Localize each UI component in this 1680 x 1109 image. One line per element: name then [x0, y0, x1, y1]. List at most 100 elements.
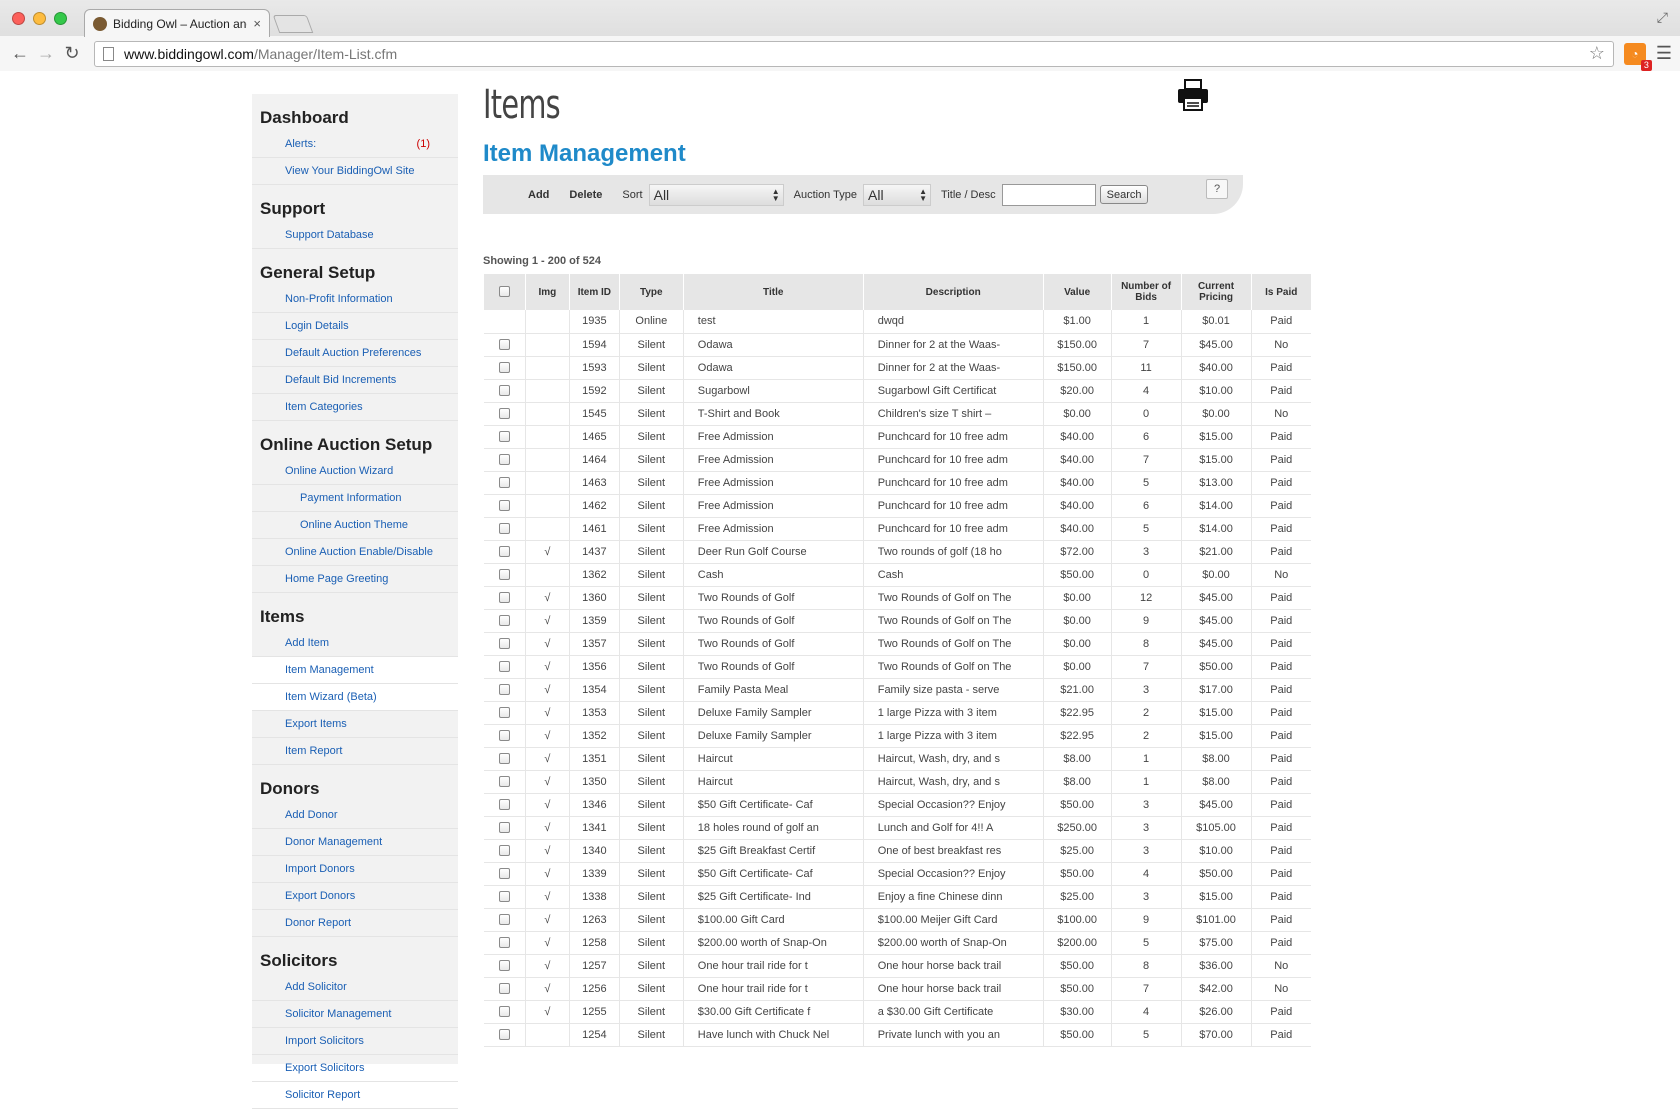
row-checkbox[interactable]	[498, 983, 510, 995]
sidebar-item-add-item[interactable]: Add Item	[252, 630, 458, 657]
sidebar-item-export-donors[interactable]: Export Donors	[252, 883, 458, 910]
row-checkbox[interactable]	[498, 799, 510, 811]
row-checkbox[interactable]	[498, 776, 510, 788]
row-checkbox[interactable]	[498, 684, 510, 696]
table-row[interactable]: 1592 Silent Sugarbowl Sugarbowl Gift Certif…	[483, 379, 1311, 403]
sidebar-item-add-solicitor[interactable]: Add Solicitor	[252, 974, 458, 1001]
row-checkbox[interactable]	[498, 431, 510, 443]
print-icon[interactable]	[1176, 78, 1210, 112]
row-checkbox[interactable]	[498, 891, 510, 903]
row-checkbox[interactable]	[498, 523, 510, 535]
table-row[interactable]: 1362 Silent Cash Cash $50.00 0 $0.00 No	[483, 563, 1311, 587]
back-arrow-icon[interactable]: ←	[8, 43, 32, 64]
minimize-window-button[interactable]	[33, 12, 46, 25]
row-checkbox[interactable]	[498, 822, 510, 834]
table-row[interactable]: 1254 Silent Have lunch with Chuck Nel Priva…	[483, 1023, 1311, 1047]
table-row[interactable]: √ 1350 Silent Haircut Haircut, Wash, dry, an…	[483, 770, 1311, 794]
table-row[interactable]: 1594 Silent Odawa Dinner for 2 at the Waas-…	[483, 333, 1311, 357]
forward-arrow-icon[interactable]: →	[34, 43, 58, 64]
table-row[interactable]: √ 1257 Silent One hour trail ride for t One …	[483, 954, 1311, 978]
add-button[interactable]: Add	[528, 189, 549, 201]
delete-button[interactable]: Delete	[569, 189, 602, 201]
table-row[interactable]: √ 1353 Silent Deluxe Family Sampler 1 large …	[483, 701, 1311, 725]
sidebar-item-solicitor-report[interactable]: Solicitor Report	[252, 1082, 458, 1109]
auction-type-select[interactable]: All ▲ ▼	[863, 183, 932, 206]
sidebar-item-item-management[interactable]: Item Management	[252, 657, 458, 684]
row-checkbox[interactable]	[498, 1029, 510, 1041]
row-checkbox[interactable]	[498, 500, 510, 512]
row-checkbox[interactable]	[498, 454, 510, 466]
row-checkbox[interactable]	[498, 362, 510, 374]
table-row[interactable]: √ 1338 Silent $25 Gift Certificate- Ind Enjo…	[483, 885, 1311, 909]
table-row[interactable]: √ 1339 Silent $50 Gift Certificate- Caf Spec…	[483, 862, 1311, 886]
sidebar-item-online-auction-theme[interactable]: Online Auction Theme	[252, 512, 458, 539]
row-checkbox[interactable]	[498, 661, 510, 673]
sidebar-item-import-donors[interactable]: Import Donors	[252, 856, 458, 883]
table-row[interactable]: 1461 Silent Free Admission Punchcard for 10…	[483, 517, 1311, 541]
sidebar-item-default-auction-preferences[interactable]: Default Auction Preferences	[252, 340, 458, 367]
table-row[interactable]: √ 1255 Silent $30.00 Gift Certificate fa $3…	[483, 1000, 1311, 1024]
table-row[interactable]: 1593 Silent Odawa Dinner for 2 at the Waas-…	[483, 356, 1311, 380]
sidebar-item-item-report[interactable]: Item Report	[252, 738, 458, 765]
row-checkbox[interactable]	[498, 615, 510, 627]
table-row[interactable]: √ 1356 Silent Two Rounds of Golf Two Rounds …	[483, 655, 1311, 679]
row-checkbox[interactable]	[498, 477, 510, 489]
sort-select[interactable]: All ▲ ▼	[648, 183, 784, 206]
sidebar-item-add-donor[interactable]: Add Donor	[252, 802, 458, 829]
table-row[interactable]: √ 1340 Silent $25 Gift Breakfast Certif One …	[483, 839, 1311, 863]
zoom-window-button[interactable]	[54, 12, 67, 25]
sidebar-item-donor-management[interactable]: Donor Management	[252, 829, 458, 856]
table-row[interactable]: √ 1357 Silent Two Rounds of Golf Two Rounds …	[483, 632, 1311, 656]
sidebar-item-item-categories[interactable]: Item Categories	[252, 394, 458, 421]
sidebar-item-solicitor-management[interactable]: Solicitor Management	[252, 1001, 458, 1028]
close-window-button[interactable]	[12, 12, 25, 25]
select-all-checkbox[interactable]	[498, 286, 510, 298]
table-row[interactable]: √ 1360 Silent Two Rounds of Golf Two Rounds …	[483, 586, 1311, 610]
row-checkbox[interactable]	[498, 339, 510, 351]
table-row[interactable]: 1545 Silent T-Shirt and Book Children's siz…	[483, 402, 1311, 426]
table-row[interactable]: √ 1346 Silent $50 Gift Certificate- Caf Spec…	[483, 793, 1311, 817]
table-row[interactable]: √ 1351 Silent Haircut Haircut, Wash, dry, an…	[483, 747, 1311, 771]
reload-icon[interactable]: ↻	[60, 43, 84, 64]
select-all-checkbox-cell[interactable]	[483, 274, 526, 310]
row-checkbox[interactable]	[498, 937, 510, 949]
row-checkbox[interactable]	[498, 868, 510, 880]
table-row[interactable]: √ 1352 Silent Deluxe Family Sampler 1 large …	[483, 724, 1311, 748]
browser-tab[interactable]: Bidding Owl – Auction and ×	[84, 9, 270, 37]
sidebar-item-item-wizard-beta[interactable]: Item Wizard (Beta)	[252, 684, 458, 711]
address-bar[interactable]: www.biddingowl.com /Manager/Item-List.cf…	[94, 40, 1614, 67]
sidebar-item-support-database[interactable]: Support Database	[252, 222, 458, 249]
sidebar-item-default-bid-increments[interactable]: Default Bid Increments	[252, 367, 458, 394]
row-checkbox[interactable]	[498, 730, 510, 742]
table-row[interactable]: √ 1359 Silent Two Rounds of Golf Two Rounds …	[483, 609, 1311, 633]
sidebar-item-non-profit-information[interactable]: Non-Profit Information	[252, 286, 458, 313]
sidebar-item-export-items[interactable]: Export Items	[252, 711, 458, 738]
fullscreen-icon[interactable]: ⤢	[1657, 9, 1668, 26]
table-row[interactable]: √ 1437 Silent Deer Run Golf Course Two round…	[483, 540, 1311, 564]
sidebar-item-payment-information[interactable]: Payment Information	[252, 485, 458, 512]
menu-hamburger-icon[interactable]: ☰	[1656, 43, 1672, 64]
table-row[interactable]: 1462 Silent Free Admission Punchcard for 10…	[483, 494, 1311, 518]
table-row[interactable]: √ 1256 Silent One hour trail ride for t One …	[483, 977, 1311, 1001]
table-row[interactable]: √ 1258 Silent $200.00 worth of Snap-On $200.…	[483, 931, 1311, 955]
table-row[interactable]: √ 1263 Silent $100.00 Gift Card $100.00 Meij…	[483, 908, 1311, 932]
title-desc-search-input[interactable]	[1001, 183, 1096, 206]
row-checkbox[interactable]	[498, 569, 510, 581]
tab-close-icon[interactable]: ×	[253, 16, 261, 31]
table-row[interactable]: 1935 Online test dwqd $1.00 1 $0.01 Paid	[483, 310, 1311, 334]
sidebar-item-online-auction-wizard[interactable]: Online Auction Wizard	[252, 458, 458, 485]
sidebar-item-login-details[interactable]: Login Details	[252, 313, 458, 340]
table-row[interactable]: 1465 Silent Free Admission Punchcard for 10…	[483, 425, 1311, 449]
new-tab-button[interactable]	[272, 15, 314, 33]
row-checkbox[interactable]	[498, 638, 510, 650]
bookmark-star-icon[interactable]: ☆	[1589, 43, 1605, 64]
row-checkbox[interactable]	[498, 1006, 510, 1018]
table-row[interactable]: √ 1354 Silent Family Pasta Meal Family size …	[483, 678, 1311, 702]
row-checkbox[interactable]	[498, 592, 510, 604]
row-checkbox[interactable]	[498, 753, 510, 765]
sidebar-item-view-your-biddingowl-site[interactable]: View Your BiddingOwl Site	[252, 158, 458, 185]
row-checkbox[interactable]	[498, 546, 510, 558]
sidebar-item-online-auction-enable-disable[interactable]: Online Auction Enable/Disable	[252, 539, 458, 566]
row-checkbox[interactable]	[498, 845, 510, 857]
table-row[interactable]: 1464 Silent Free Admission Punchcard for 10…	[483, 448, 1311, 472]
